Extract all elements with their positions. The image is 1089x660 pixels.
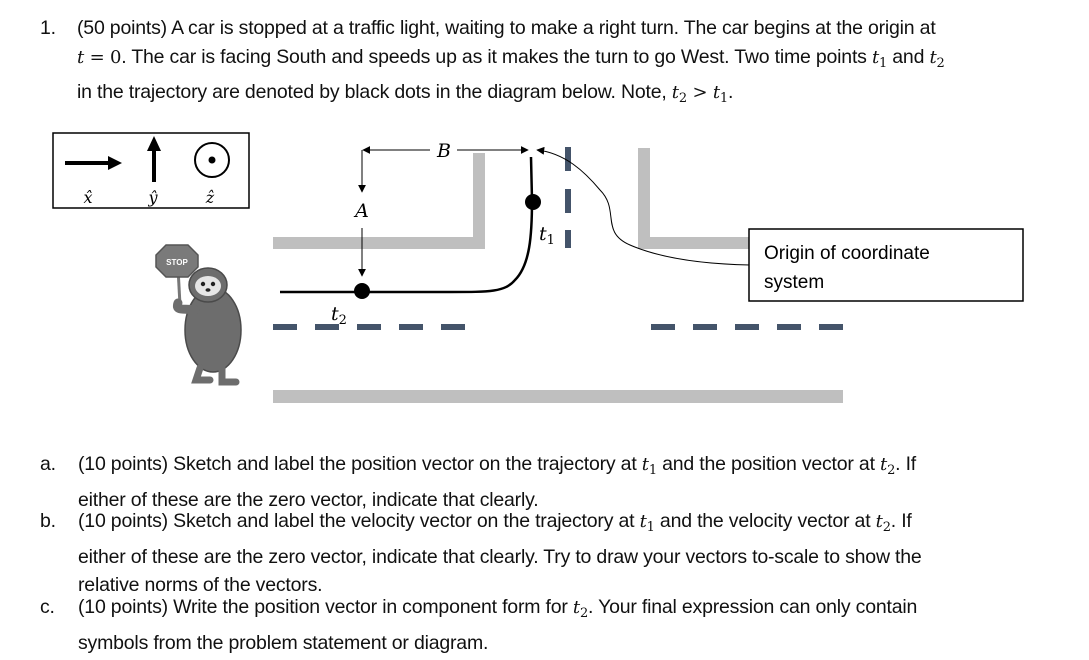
and-text: and: [887, 45, 930, 68]
part-c-text3: symbols from the problem statement or di…: [78, 631, 489, 654]
question-points: (50 points): [77, 17, 167, 39]
y-hat-label: ŷ: [147, 188, 158, 207]
part-a-label: a.: [40, 453, 56, 475]
part-a-text3: . If: [895, 453, 917, 475]
part-a-points: (10 points): [78, 453, 168, 475]
dimension-B: B: [362, 140, 529, 162]
var-t: t: [77, 46, 85, 68]
point-t1: [525, 194, 541, 210]
eq-zero: = 0: [84, 46, 122, 68]
stop-sign-text: STOP: [166, 258, 188, 267]
part-c-label: c.: [40, 596, 55, 618]
part-b-text1: Sketch and label the velocity vector on …: [173, 510, 640, 532]
var-t2: t2: [671, 82, 687, 106]
var-t2: t2: [875, 511, 891, 535]
part-b-text2: and the velocity vector at: [654, 510, 876, 532]
lane-dash: [357, 324, 381, 330]
lane-dash: [399, 324, 423, 330]
question-line2: . The car is facing South and speeds up …: [121, 45, 872, 68]
part-c-text1: Write the position vector in component f…: [173, 596, 573, 618]
question-line1: A car is stopped at a traffic light, wai…: [171, 17, 936, 39]
part-b-points: (10 points): [78, 510, 168, 532]
point-t2: [354, 283, 370, 299]
origin-label-line1: Origin of coordinate: [764, 243, 930, 264]
part-c-text2: . Your final expression can only contain: [588, 596, 918, 618]
curb-top-left: [273, 153, 485, 249]
lane-dash: [819, 324, 843, 330]
part-b-text3: . If: [890, 510, 912, 532]
var-t2: t2: [929, 46, 945, 71]
part-b-text: (10 points) Sketch and label the velocit…: [78, 507, 1083, 600]
z-hat-label: ẑ: [205, 188, 215, 207]
var-t2: t2: [880, 454, 896, 478]
curb-top-right: [638, 148, 752, 249]
curb-bottom: [273, 390, 843, 403]
var-t1: t1: [871, 46, 888, 71]
part-b-label: b.: [40, 510, 56, 532]
lane-dash: [441, 324, 465, 330]
question-text: (50 points) A car is stopped at a traffi…: [77, 14, 1087, 114]
car-trajectory: [280, 156, 534, 294]
var-t1: t1: [639, 511, 655, 535]
dimension-A: A: [353, 150, 369, 277]
part-a-text2: and the position vector at: [656, 453, 881, 475]
lane-dash-vertical: [565, 230, 571, 248]
label-t2: t2: [331, 303, 347, 328]
lane-dash: [693, 324, 717, 330]
part-a-text1: Sketch and label the position vector on …: [173, 453, 642, 475]
var-t1: t1: [712, 82, 728, 106]
part-c-text: (10 points) Write the position vector in…: [78, 593, 1083, 657]
x-hat-label: x̂: [83, 188, 92, 207]
origin-label-line2: system: [764, 272, 824, 293]
lane-dash: [777, 324, 801, 330]
var-t2: t2: [572, 597, 589, 621]
part-a-text: (10 points) Sketch and label the positio…: [78, 450, 1083, 514]
lane-dash-vertical: [565, 147, 571, 171]
trajectory-diagram: x̂ ŷ ẑ A B t1 t2 Origin of coordinate sy…: [52, 132, 1024, 403]
lane-dash: [735, 324, 759, 330]
label-B: B: [436, 140, 451, 162]
lane-dash-vertical: [565, 189, 571, 213]
axis-legend: x̂ ŷ ẑ: [52, 132, 250, 209]
label-t1: t1: [539, 223, 555, 248]
label-A: A: [353, 200, 369, 222]
lane-dash: [273, 324, 297, 330]
part-c-points: (10 points): [78, 596, 168, 618]
greater-than: >: [686, 82, 713, 103]
period: .: [727, 81, 734, 103]
lane-dash: [651, 324, 675, 330]
question-number: 1.: [40, 17, 56, 39]
sloth-with-stop-sign-illustration: STOP: [155, 244, 242, 386]
var-t1: t1: [641, 454, 657, 478]
part-b-text4: either of these are the zero vector, ind…: [78, 545, 922, 568]
question-line3: in the trajectory are denoted by black d…: [77, 81, 672, 103]
